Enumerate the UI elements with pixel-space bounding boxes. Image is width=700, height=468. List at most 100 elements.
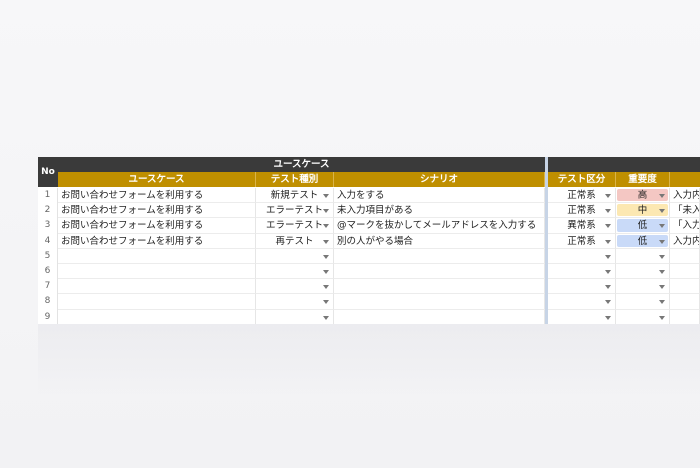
chevron-down-icon[interactable] <box>323 224 329 229</box>
chevron-down-icon[interactable] <box>659 285 665 290</box>
chevron-down-icon[interactable] <box>323 239 329 244</box>
column-header-test-category[interactable]: テスト区分 <box>548 172 616 187</box>
row-number: 8 <box>38 294 58 310</box>
test-type-cell[interactable] <box>256 248 334 264</box>
chevron-down-icon[interactable] <box>659 209 665 214</box>
row-number-text: 1 <box>44 190 51 200</box>
scenario-cell-text: @マークを抜かしてメールアドレスを入力する <box>337 220 537 232</box>
test-type-cell[interactable]: エラーテスト <box>256 203 334 219</box>
row-number: 2 <box>38 203 58 219</box>
chevron-down-icon[interactable] <box>323 194 329 198</box>
usecase-cell-text: お問い合わせフォームを利用する <box>61 205 204 217</box>
priority-cell[interactable] <box>616 264 670 280</box>
chevron-down-icon[interactable] <box>323 285 329 290</box>
chevron-down-icon[interactable] <box>659 254 665 259</box>
chevron-down-icon[interactable] <box>605 194 611 198</box>
test-category-cell-text: 正常系 <box>567 205 596 217</box>
usecase-cell[interactable] <box>58 279 256 295</box>
test-type-cell[interactable] <box>256 264 334 280</box>
usecase-cell[interactable]: お問い合わせフォームを利用する <box>58 203 256 219</box>
priority-cell[interactable]: 低 <box>616 233 670 249</box>
chevron-down-icon[interactable] <box>605 300 611 305</box>
test-type-cell[interactable] <box>256 294 334 310</box>
usecase-cell[interactable] <box>58 264 256 280</box>
scenario-cell[interactable] <box>334 294 545 310</box>
test-category-cell[interactable] <box>548 309 616 324</box>
chevron-down-icon[interactable] <box>659 194 665 198</box>
scenario-cell[interactable]: @マークを抜かしてメールアドレスを入力する <box>334 218 545 234</box>
test-type-cell[interactable]: エラーテスト <box>256 218 334 234</box>
chevron-down-icon[interactable] <box>323 209 329 214</box>
column-header-test-type[interactable]: テスト種別 <box>256 172 334 187</box>
scenario-cell[interactable] <box>334 309 545 324</box>
chevron-down-icon[interactable] <box>659 300 665 305</box>
priority-cell[interactable]: 中 <box>616 203 670 219</box>
usecase-cell[interactable]: お問い合わせフォームを利用する <box>58 188 256 204</box>
chevron-down-icon[interactable] <box>605 315 611 320</box>
chevron-down-icon[interactable] <box>323 315 329 320</box>
row-number-text: 3 <box>44 220 51 231</box>
next-cell[interactable]: 入力内 <box>670 233 700 249</box>
usecase-cell[interactable]: お問い合わせフォームを利用する <box>58 218 256 234</box>
chevron-down-icon[interactable] <box>659 224 665 229</box>
chevron-down-icon[interactable] <box>323 300 329 305</box>
next-cell[interactable] <box>670 294 700 310</box>
chevron-down-icon[interactable] <box>605 224 611 229</box>
column-header-usecase[interactable]: ユースケース <box>58 172 256 187</box>
test-type-cell[interactable]: 再テスト <box>256 233 334 249</box>
next-cell[interactable] <box>670 264 700 280</box>
next-cell[interactable]: 「未入 <box>670 203 700 219</box>
next-cell[interactable] <box>670 279 700 295</box>
chevron-down-icon[interactable] <box>659 270 665 274</box>
priority-cell[interactable] <box>616 309 670 324</box>
test-type-cell[interactable] <box>256 309 334 324</box>
usecase-cell[interactable] <box>58 248 256 264</box>
next-cell[interactable] <box>670 309 700 324</box>
chevron-down-icon[interactable] <box>605 285 611 290</box>
usecase-cell[interactable] <box>58 294 256 310</box>
usecase-cell[interactable]: お問い合わせフォームを利用する <box>58 233 256 249</box>
group-header-usecase[interactable]: ユースケース <box>58 157 545 172</box>
chevron-down-icon[interactable] <box>323 254 329 259</box>
chevron-down-icon[interactable] <box>605 209 611 214</box>
chevron-down-icon[interactable] <box>659 239 665 244</box>
scenario-cell[interactable]: 入力をする <box>334 188 545 204</box>
next-cell-text: 入力内 <box>673 190 700 201</box>
priority-cell[interactable]: 高 <box>616 188 670 204</box>
test-category-cell-text: 正常系 <box>567 190 596 201</box>
chevron-down-icon[interactable] <box>605 270 611 274</box>
priority-cell[interactable] <box>616 294 670 310</box>
priority-cell[interactable] <box>616 248 670 264</box>
row-number: 3 <box>38 218 58 234</box>
chevron-down-icon[interactable] <box>605 239 611 244</box>
test-category-cell[interactable] <box>548 294 616 310</box>
scenario-cell[interactable]: 未入力項目がある <box>334 203 545 219</box>
next-cell[interactable]: 入力内 <box>670 188 700 204</box>
row-number: 1 <box>38 188 58 204</box>
column-header-priority[interactable]: 重要度 <box>616 172 670 187</box>
test-category-cell[interactable]: 異常系 <box>548 218 616 234</box>
priority-cell[interactable]: 低 <box>616 218 670 234</box>
test-category-cell[interactable] <box>548 264 616 280</box>
scenario-cell[interactable] <box>334 264 545 280</box>
usecase-cell[interactable] <box>58 309 256 324</box>
scenario-cell[interactable] <box>334 248 545 264</box>
column-header-next[interactable] <box>670 172 700 187</box>
scenario-cell[interactable] <box>334 279 545 295</box>
test-category-cell[interactable] <box>548 279 616 295</box>
test-type-cell[interactable]: 新規テスト <box>256 188 334 204</box>
next-cell[interactable] <box>670 248 700 264</box>
test-category-cell[interactable]: 正常系 <box>548 233 616 249</box>
chevron-down-icon[interactable] <box>605 254 611 259</box>
chevron-down-icon[interactable] <box>659 315 665 320</box>
test-category-cell[interactable] <box>548 248 616 264</box>
test-type-cell[interactable] <box>256 279 334 295</box>
scenario-cell[interactable]: 別の人がやる場合 <box>334 233 545 249</box>
chevron-down-icon[interactable] <box>323 270 329 274</box>
header-no[interactable]: No <box>38 157 58 187</box>
test-category-cell[interactable]: 正常系 <box>548 188 616 204</box>
test-category-cell[interactable]: 正常系 <box>548 203 616 219</box>
column-header-scenario[interactable]: シナリオ <box>334 172 545 187</box>
next-cell[interactable]: 「入力 <box>670 218 700 234</box>
priority-cell[interactable] <box>616 279 670 295</box>
